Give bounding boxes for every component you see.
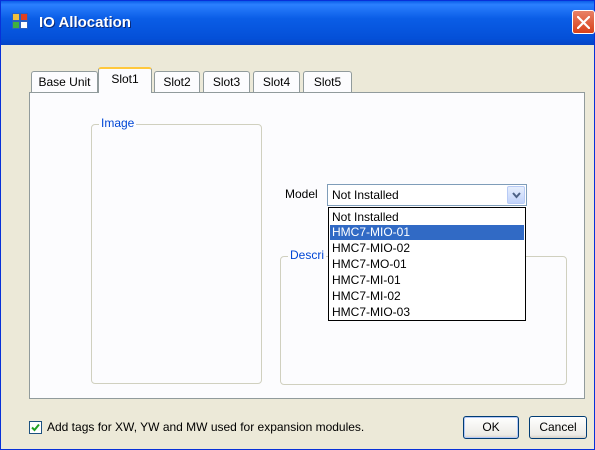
close-icon [577,16,590,29]
tab-slot2[interactable]: Slot2 [154,71,200,92]
add-tags-checkbox[interactable] [29,421,42,434]
tab-label: Base Unit [38,75,91,89]
tab-label: Slot4 [262,75,291,89]
model-option[interactable]: Not Installed [330,210,524,225]
title-bar[interactable]: IO Allocation [1,1,595,45]
model-option[interactable]: HMC7-MIO-03 [330,305,524,320]
cancel-button[interactable]: Cancel [529,416,587,439]
model-option[interactable]: HMC7-MO-01 [330,257,524,272]
model-option[interactable]: HMC7-MI-01 [330,273,524,288]
tab-label: Slot2 [163,75,191,89]
close-button[interactable] [572,10,595,34]
checkmark-icon [31,423,40,432]
model-selected-value: Not Installed [332,188,399,202]
description-group-label: Descri [288,248,327,262]
chevron-down-icon [512,192,521,199]
window-title: IO Allocation [39,14,131,31]
tab-label: Slot1 [111,72,139,86]
model-option[interactable]: HMC7-MIO-02 [330,241,524,256]
model-dropdown-button[interactable] [507,186,525,204]
tab-slot5[interactable]: Slot5 [303,71,352,92]
model-dropdown-list: Not Installed HMC7-MIO-01 HMC7-MIO-02 HM… [328,207,526,321]
tab-slot3[interactable]: Slot3 [203,71,250,92]
tab-label: Slot3 [212,75,241,89]
tab-label: Slot5 [313,75,342,89]
app-icon [12,13,28,29]
tab-slot1[interactable]: Slot1 [98,67,152,93]
model-label: Model [285,187,318,201]
model-option-highlighted[interactable]: HMC7-MIO-01 [330,225,524,240]
model-option[interactable]: HMC7-MI-02 [330,289,524,304]
add-tags-label: Add tags for XW, YW and MW used for expa… [47,420,365,434]
tab-slot4[interactable]: Slot4 [253,71,300,92]
ok-button[interactable]: OK [463,416,519,439]
image-group-label: Image [99,116,137,130]
model-combobox[interactable]: Not Installed [327,184,527,206]
tab-base-unit[interactable]: Base Unit [31,71,98,92]
io-allocation-window: IO Allocation Base Unit Slot1 Slot2 Slot… [0,0,595,450]
image-groupbox [91,124,262,384]
